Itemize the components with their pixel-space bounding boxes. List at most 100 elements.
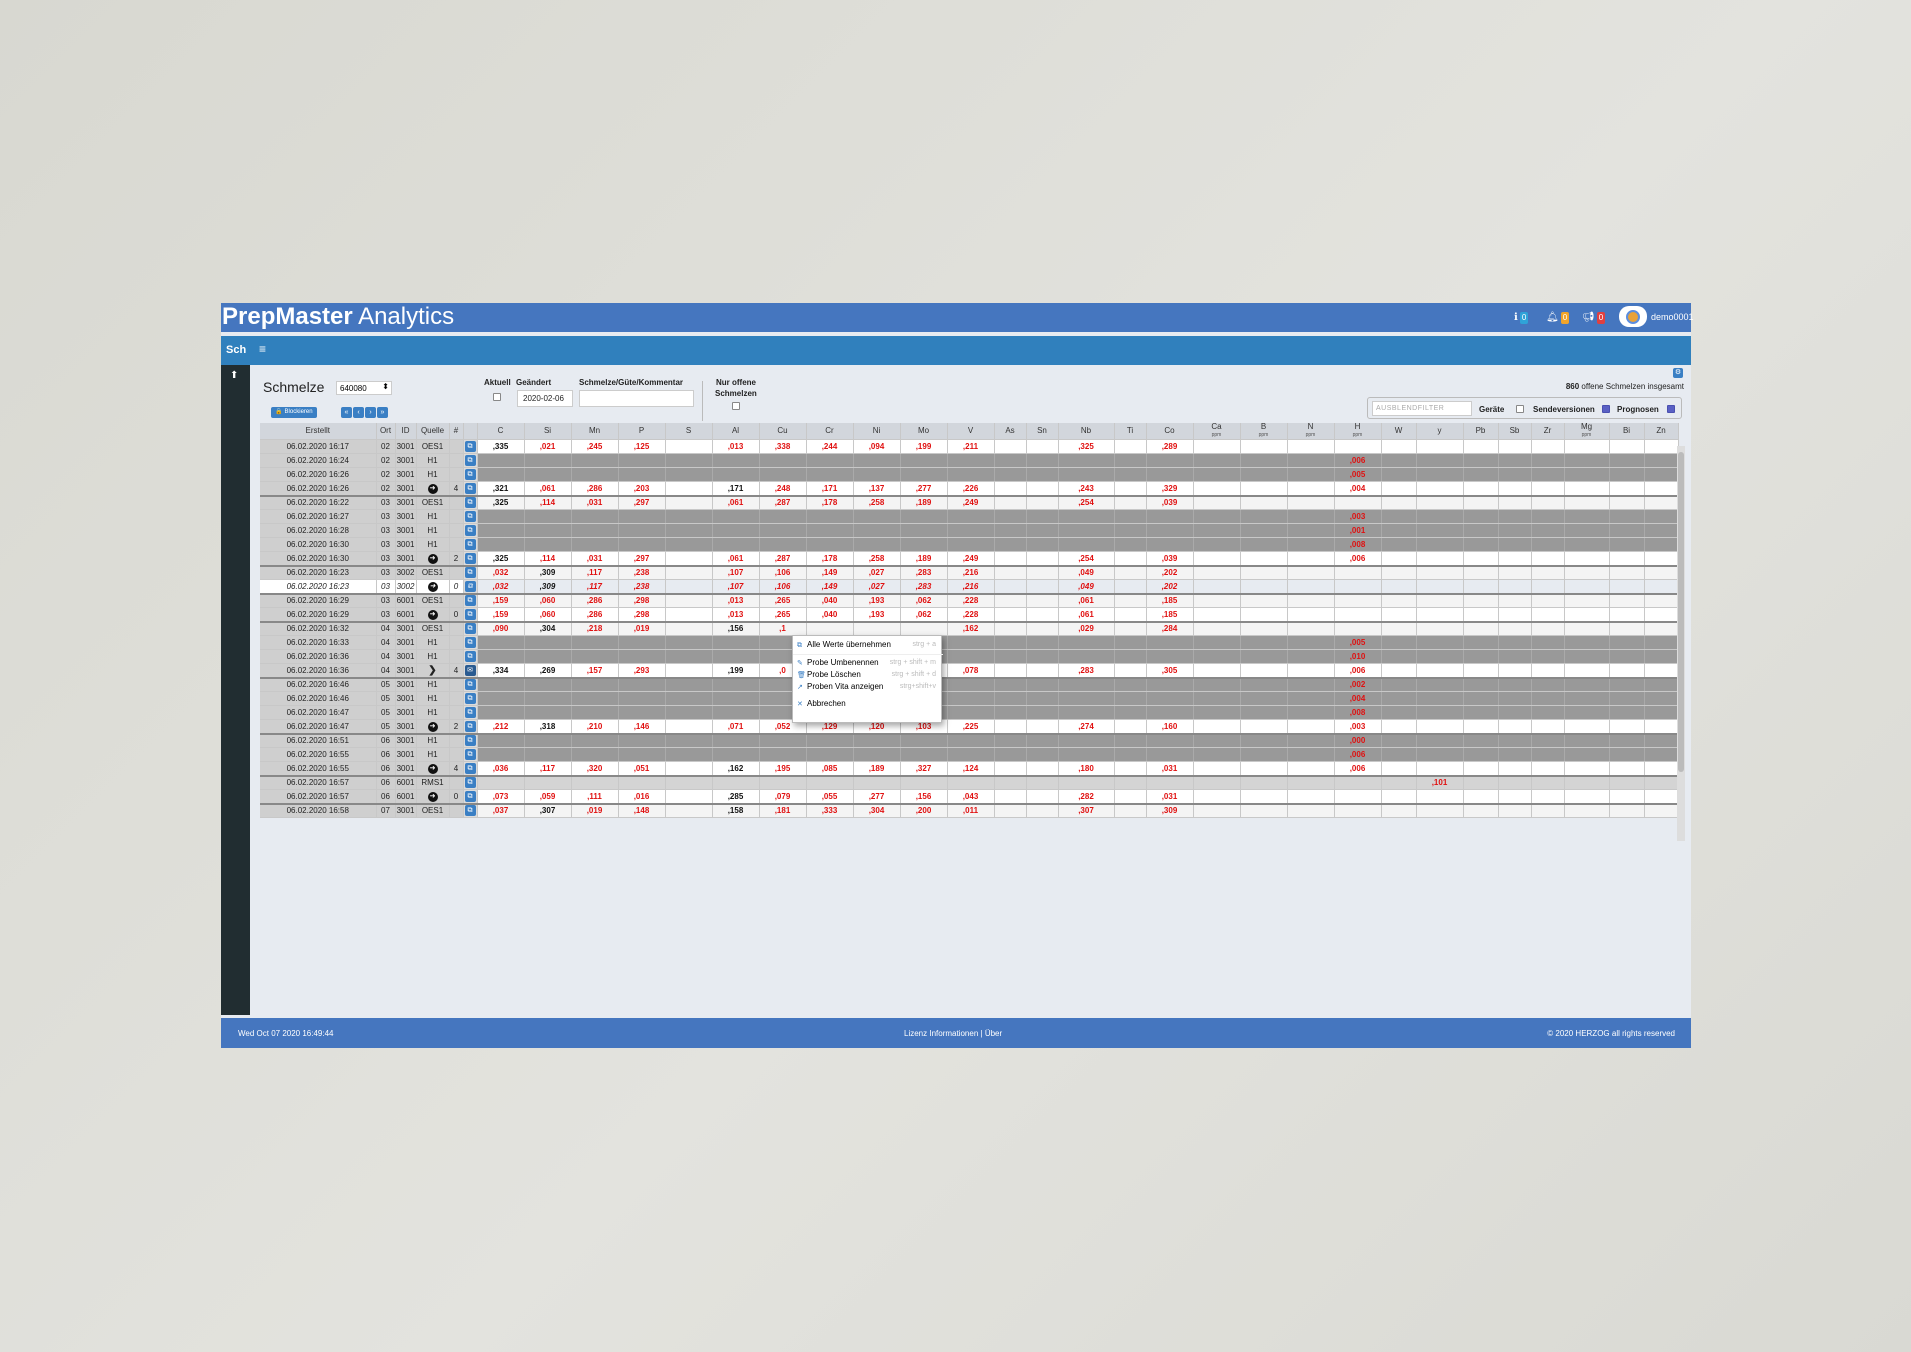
table-row[interactable]: 06.02.2020 16:36 04 3001 H1 ⧉ ,010 <box>260 649 1679 664</box>
next-page-button[interactable]: › <box>365 407 376 418</box>
table-row[interactable]: 06.02.2020 16:46 05 3001 H1 ⧉ ,002 <box>260 676 1679 692</box>
arrow-right-circle-icon[interactable]: ➜ <box>427 553 438 564</box>
column-header-w[interactable]: W <box>1381 423 1417 440</box>
column-header-n[interactable]: Nppm <box>1287 423 1335 440</box>
mail-icon[interactable]: ✉ <box>464 664 476 676</box>
copy-icon[interactable]: ⧉ <box>464 595 476 607</box>
column-header-co[interactable]: Co <box>1146 423 1194 440</box>
geaendert-date-input[interactable]: 2020-02-06 <box>517 390 573 407</box>
column-header-s[interactable]: S <box>665 423 713 440</box>
context-menu-item[interactable]: ⧉ Alle Werte übernehmen strg + a <box>797 639 939 651</box>
copy-icon[interactable]: ⧉ <box>464 735 476 747</box>
column-header-zr[interactable]: Zr <box>1531 423 1565 440</box>
column-header-si[interactable]: Si <box>524 423 572 440</box>
settings-icon[interactable]: ⚙ <box>1673 368 1683 378</box>
copy-icon[interactable]: ⧉ <box>464 679 476 691</box>
copy-icon[interactable]: ⧉ <box>464 805 476 817</box>
column-header-#[interactable]: # <box>449 423 464 440</box>
column-header-mn[interactable]: Mn <box>571 423 619 440</box>
table-row[interactable]: 06.02.2020 16:57 06 6001 ➜ 0 ⧉ ,073,059,111,01… <box>260 789 1679 804</box>
table-row[interactable]: 06.02.2020 16:23 03 3002 ➜ 0 ⧉ ,032,309,117,23… <box>260 579 1679 594</box>
column-header-zn[interactable]: Zn <box>1644 423 1679 440</box>
copy-icon[interactable]: ⧉ <box>464 580 476 592</box>
block-button[interactable]: 🔒 Blockieren <box>271 407 317 418</box>
copy-icon[interactable]: ⧉ <box>464 567 476 579</box>
column-header-ni[interactable]: Ni <box>853 423 901 440</box>
copy-icon[interactable]: ⧉ <box>464 637 476 648</box>
context-menu-item[interactable]: ✕ Abbrechen <box>797 698 939 710</box>
table-row[interactable]: 06.02.2020 16:22 03 3001 OES1 ⧉ ,325,114,031,… <box>260 494 1679 510</box>
kommentar-input[interactable] <box>579 390 694 407</box>
column-header-mo[interactable]: Mo <box>900 423 948 440</box>
table-row[interactable]: 06.02.2020 16:27 03 3001 H1 ⧉ ,003 <box>260 509 1679 524</box>
vertical-scrollbar[interactable] <box>1677 446 1685 841</box>
table-row[interactable]: 06.02.2020 16:23 03 3002 OES1 ⧉ ,032,309,117,… <box>260 564 1679 580</box>
column-header-bi[interactable]: Bi <box>1609 423 1645 440</box>
copy-icon[interactable]: ⧉ <box>464 511 476 522</box>
copy-icon[interactable]: ⧉ <box>464 525 476 536</box>
prev-page-button[interactable]: ‹ <box>353 407 364 418</box>
column-header-sb[interactable]: Sb <box>1498 423 1532 440</box>
last-page-button[interactable]: » <box>377 407 388 418</box>
copy-icon[interactable]: ⧉ <box>464 790 476 802</box>
arrow-right-circle-icon[interactable]: ➜ <box>427 483 438 494</box>
table-row[interactable]: 06.02.2020 16:32 04 3001 OES1 ⧉ ,090,304,218,… <box>260 620 1679 636</box>
column-header-mg[interactable]: Mg ppm <box>1564 423 1610 440</box>
context-menu-item[interactable]: 🗑︎Probe Löschen strg + shift + d <box>797 669 939 681</box>
brand-logo[interactable]: PrepMaster Analytics <box>222 302 454 331</box>
table-row[interactable]: 06.02.2020 16:29 03 6001 ➜ 0 ⧉ ,159,060,286,29… <box>260 607 1679 622</box>
column-header-as[interactable]: As <box>994 423 1027 440</box>
copy-icon[interactable]: ⧉ <box>464 749 476 760</box>
nav-title[interactable]: Sch <box>226 344 246 356</box>
table-row[interactable]: 06.02.2020 16:55 06 3001 H1 ⧉ ,006 <box>260 747 1679 762</box>
column-header-v[interactable]: V <box>947 423 995 440</box>
chevron-right-icon[interactable]: ❯ <box>428 665 436 676</box>
table-row[interactable]: 06.02.2020 16:24 02 3001 H1 ⧉ ,006 <box>260 453 1679 468</box>
schmelze-select[interactable]: 640080 <box>336 381 392 395</box>
column-header-cr[interactable]: Cr <box>806 423 854 440</box>
copy-icon[interactable]: ⧉ <box>464 608 476 620</box>
table-row[interactable]: 06.02.2020 16:47 05 3001 H1 ⧉ ,008 <box>260 705 1679 720</box>
first-page-button[interactable]: « <box>341 407 352 418</box>
copy-icon[interactable]: ⧉ <box>464 497 476 509</box>
copy-icon[interactable]: ⧉ <box>464 552 476 564</box>
column-header-y[interactable]: y <box>1416 423 1464 440</box>
geraete-checkbox[interactable] <box>1516 405 1524 413</box>
table-row[interactable]: 06.02.2020 16:30 03 3001 H1 ⧉ ,008 <box>260 537 1679 552</box>
copy-icon[interactable]: ⧉ <box>464 693 476 704</box>
column-header-ca[interactable]: Ca ppm <box>1193 423 1241 440</box>
table-row[interactable]: 06.02.2020 16:58 07 3001 OES1 ⧉ ,037,307,019,… <box>260 802 1679 818</box>
table-row[interactable]: 06.02.2020 16:57 06 6001 RMS1 ⧉ ,101 <box>260 774 1679 790</box>
column-header-icon[interactable] <box>463 423 478 440</box>
column-header-p[interactable]: P <box>618 423 666 440</box>
table-row[interactable]: 06.02.2020 16:55 06 3001 ➜ 4 ⧉ ,036,117,320,05… <box>260 761 1679 776</box>
arrow-right-circle-icon[interactable]: ➜ <box>427 609 438 620</box>
arrow-right-circle-icon[interactable]: ➜ <box>427 721 438 732</box>
table-row[interactable]: 06.02.2020 16:33 04 3001 H1 ⧉ ,005 <box>260 635 1679 650</box>
table-row[interactable]: 06.02.2020 16:17 02 3001 OES1 ⧉ ,335,021,245,… <box>260 439 1679 454</box>
arrow-right-circle-icon[interactable]: ➜ <box>427 763 438 774</box>
aktuell-checkbox[interactable] <box>493 393 501 401</box>
column-header-b[interactable]: Bppm <box>1240 423 1288 440</box>
context-menu-item[interactable]: ↗ Proben Vita anzeigen strg+shift+v <box>797 681 939 693</box>
info-indicator[interactable]: ℹ0 <box>1514 312 1529 324</box>
column-header-c[interactable]: C <box>477 423 525 440</box>
menu-icon[interactable]: ≡ <box>259 342 266 356</box>
prognosen-checkbox[interactable] <box>1667 405 1675 413</box>
column-header-id[interactable]: ID <box>395 423 417 440</box>
copy-icon[interactable]: ⧉ <box>464 762 476 774</box>
copy-icon[interactable]: ⧉ <box>464 539 476 550</box>
copy-icon[interactable]: ⧉ <box>464 651 476 662</box>
column-header-al[interactable]: Al <box>712 423 760 440</box>
table-row[interactable]: 06.02.2020 16:47 05 3001 ➜ 2 ⧉ ,212,318,210,14… <box>260 719 1679 734</box>
copy-icon[interactable]: ⧉ <box>464 441 476 452</box>
license-link[interactable]: Lizenz Informationen <box>904 1029 978 1038</box>
column-header-erstellt[interactable]: Erstellt <box>260 423 377 440</box>
copy-icon[interactable]: ⧉ <box>464 720 476 732</box>
column-header-cu[interactable]: Cu <box>759 423 807 440</box>
column-header-ort[interactable]: Ort <box>376 423 396 440</box>
table-row[interactable]: 06.02.2020 16:30 03 3001 ➜ 2 ⧉ ,325,114,031,29… <box>260 551 1679 566</box>
arrow-right-circle-icon[interactable]: ➜ <box>427 581 438 592</box>
column-header-quelle[interactable]: Quelle <box>416 423 450 440</box>
column-header-h[interactable]: Hppm <box>1334 423 1382 440</box>
